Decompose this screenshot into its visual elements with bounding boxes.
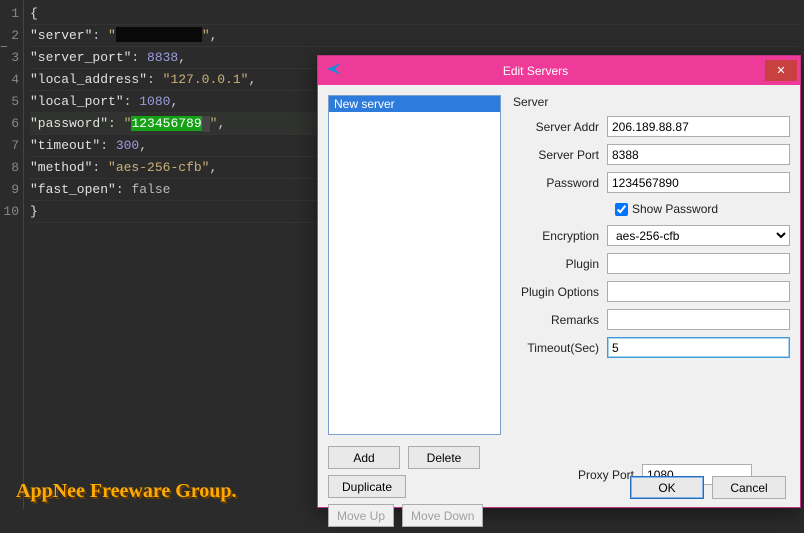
- code-token: 8838: [147, 50, 178, 65]
- fold-marker-icon: −: [0, 40, 8, 55]
- line-number: 9: [0, 179, 19, 201]
- code-token: ,: [139, 138, 147, 153]
- code-token: :: [116, 182, 132, 197]
- titlebar[interactable]: Edit Servers ✕: [318, 56, 800, 85]
- code-token: :: [131, 50, 147, 65]
- code-token: false: [131, 182, 170, 197]
- code-token: {: [30, 6, 38, 21]
- code-token: :: [147, 72, 163, 87]
- code-token: :: [92, 28, 108, 43]
- encryption-select[interactable]: aes-256-cfb: [607, 225, 790, 246]
- code-token: "server_port": [30, 50, 131, 65]
- line-number: 7: [0, 135, 19, 157]
- code-token: :: [108, 116, 124, 131]
- code-token: ,: [209, 160, 217, 175]
- add-button[interactable]: Add: [328, 446, 400, 469]
- line-number: 1: [0, 3, 19, 25]
- label-remarks: Remarks: [513, 313, 607, 327]
- code-token: :: [92, 160, 108, 175]
- code-token: }: [30, 204, 38, 219]
- ok-button[interactable]: OK: [630, 476, 704, 499]
- watermark-text: AppNee Freeware Group.: [16, 480, 237, 503]
- server-addr-input[interactable]: [607, 116, 790, 137]
- code-token: "server": [30, 28, 92, 43]
- move-down-button[interactable]: Move Down: [402, 504, 483, 527]
- fieldset-title: Server: [513, 95, 790, 109]
- close-icon: ✕: [776, 64, 785, 77]
- code-token: ,: [178, 50, 186, 65]
- server-fieldset: Server Server Addr Server Port Password …: [513, 95, 790, 435]
- code-token: "fast_open": [30, 182, 116, 197]
- code-token: "method": [30, 160, 92, 175]
- show-password-checkbox[interactable]: [615, 203, 628, 216]
- line-number: 5: [0, 91, 19, 113]
- list-item[interactable]: New server: [329, 96, 500, 112]
- code-token: "local_port": [30, 94, 124, 109]
- code-token: ": [108, 28, 116, 43]
- dialog-action-buttons: OK Cancel: [630, 476, 786, 499]
- edit-servers-dialog: Edit Servers ✕ New server Server Server …: [317, 55, 801, 508]
- label-plugin: Plugin: [513, 257, 607, 271]
- code-token: "aes-256-cfb": [108, 160, 209, 175]
- move-up-button[interactable]: Move Up: [328, 504, 394, 527]
- code-token: "local_address": [30, 72, 147, 87]
- line-number: 10: [0, 201, 19, 223]
- close-button[interactable]: ✕: [765, 60, 797, 81]
- selected-text: 123456789: [131, 116, 201, 131]
- plugin-options-input[interactable]: [607, 281, 790, 302]
- label-password: Password: [513, 176, 607, 190]
- code-token: 300: [116, 138, 139, 153]
- code-token: "127.0.0.1": [163, 72, 249, 87]
- plugin-input[interactable]: [607, 253, 790, 274]
- code-token: ,: [170, 94, 178, 109]
- code-token: :: [124, 94, 140, 109]
- redacted-value: [116, 27, 202, 42]
- label-plugin-options: Plugin Options: [513, 285, 607, 299]
- code-token: "timeout": [30, 138, 100, 153]
- remarks-input[interactable]: [607, 309, 790, 330]
- code-token: ,: [248, 72, 256, 87]
- duplicate-button[interactable]: Duplicate: [328, 475, 406, 498]
- code-token: ": [202, 28, 210, 43]
- code-token: ,: [217, 116, 225, 131]
- line-number: 8: [0, 157, 19, 179]
- text-cursor: [202, 116, 210, 132]
- dialog-title: Edit Servers: [306, 64, 765, 78]
- label-timeout: Timeout(Sec): [513, 341, 607, 355]
- line-number: 4: [0, 69, 19, 91]
- code-token: "password": [30, 116, 108, 131]
- code-token: ,: [210, 28, 218, 43]
- delete-button[interactable]: Delete: [408, 446, 480, 469]
- server-port-input[interactable]: [607, 144, 790, 165]
- list-buttons: Add Delete Duplicate Move Up Move Down: [328, 446, 514, 533]
- label-server-addr: Server Addr: [513, 120, 607, 134]
- line-gutter: 1 2 3 4 5 6 7 8 9 10: [0, 0, 24, 509]
- timeout-input[interactable]: [607, 337, 790, 358]
- cancel-button[interactable]: Cancel: [712, 476, 786, 499]
- label-encryption: Encryption: [513, 229, 607, 243]
- line-number: 6: [0, 113, 19, 135]
- label-show-password: Show Password: [632, 202, 718, 216]
- label-proxy-port: Proxy Port: [578, 468, 634, 482]
- label-server-port: Server Port: [513, 148, 607, 162]
- code-token: :: [100, 138, 116, 153]
- password-input[interactable]: [607, 172, 790, 193]
- server-listbox[interactable]: New server: [328, 95, 501, 435]
- code-token: 1080: [139, 94, 170, 109]
